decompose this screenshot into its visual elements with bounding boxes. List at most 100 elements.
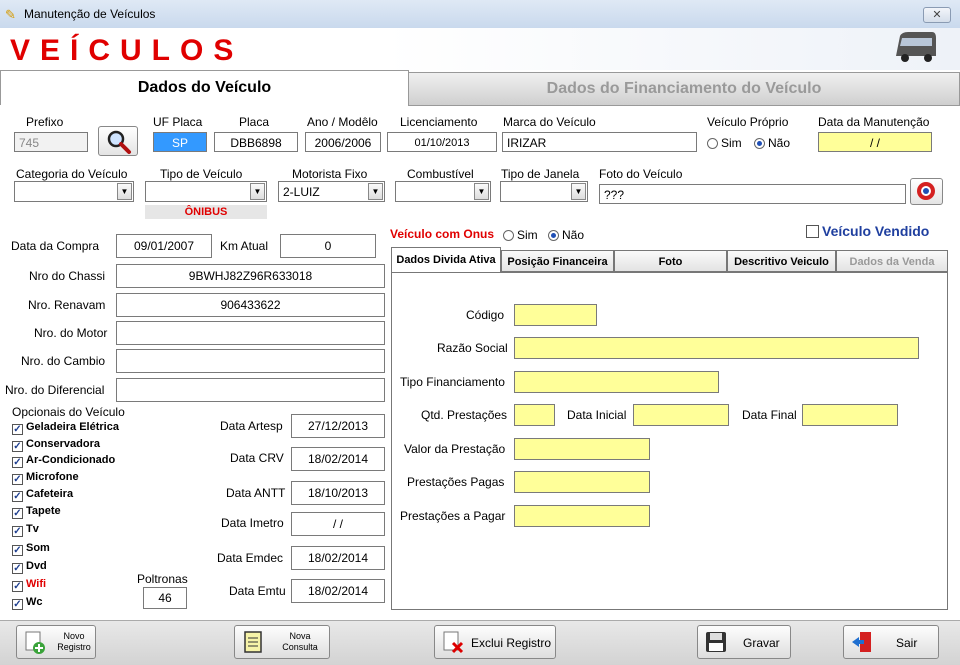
emtu-label: Data Emtu (229, 584, 286, 598)
cambio-label: Nro. do Cambio (21, 354, 106, 368)
title-bar: ✎ Manutenção de Veículos ✕ (0, 0, 960, 29)
opcional-geladeira[interactable]: ✓ Geladeira Elétrica (12, 421, 119, 435)
qtd-prestacoes-field[interactable] (514, 404, 555, 426)
janela-select[interactable]: ▼ (500, 181, 588, 202)
combustivel-select[interactable]: ▼ (395, 181, 491, 202)
prestacoes-pagas-field[interactable] (514, 471, 650, 493)
subtab-posicao-financeira[interactable]: Posição Financeira (501, 250, 614, 272)
bus-icon (896, 32, 936, 62)
opcional-dvd[interactable]: ✓ Dvd (12, 560, 47, 574)
valor-prestacao-field[interactable] (514, 438, 650, 460)
data-inicial-field[interactable] (633, 404, 729, 426)
chevron-down-icon: ▼ (117, 183, 132, 200)
subtab-dados-venda[interactable]: Dados da Venda (836, 250, 948, 272)
artesp-field[interactable]: 27/12/2013 (291, 414, 385, 438)
chevron-down-icon: ▼ (474, 183, 489, 200)
cambio-field[interactable] (116, 349, 385, 373)
search-button[interactable] (98, 126, 138, 156)
opcional-ar[interactable]: ✓ Ar-Condicionado (12, 454, 115, 468)
razao-field[interactable] (514, 337, 919, 359)
opcional-cafeteira[interactable]: ✓ Cafeteira (12, 488, 73, 502)
categoria-select[interactable]: ▼ (14, 181, 134, 202)
razao-label: Razão Social (437, 341, 508, 355)
data-final-field[interactable] (802, 404, 898, 426)
diferencial-field[interactable] (116, 378, 385, 402)
subtab-divida-ativa[interactable]: Dados Divida Ativa (391, 247, 501, 272)
foto-field[interactable]: ??? (599, 184, 906, 204)
camera-icon (917, 182, 935, 200)
licenciamento-field[interactable]: 01/10/2013 (387, 132, 497, 152)
uf-field[interactable]: SP (153, 132, 207, 152)
new-document-icon (25, 631, 45, 654)
artesp-label: Data Artesp (220, 419, 283, 433)
opcional-microfone[interactable]: ✓ Microfone (12, 471, 79, 485)
emdec-field[interactable]: 18/02/2014 (291, 546, 385, 570)
photo-button[interactable] (910, 178, 943, 205)
sair-button[interactable]: Sair (843, 625, 939, 659)
notepad-icon (244, 631, 262, 653)
onus-nao-radio[interactable]: Não (548, 228, 584, 242)
onus-label: Veículo com Onus (390, 227, 495, 241)
placa-field[interactable]: DBB6898 (214, 132, 298, 152)
marca-field[interactable]: IRIZAR (502, 132, 697, 152)
antt-field[interactable]: 18/10/2013 (291, 481, 385, 505)
opcional-tapete[interactable]: ✓ Tapete (12, 505, 61, 519)
prefixo-label: Prefixo (26, 115, 64, 129)
ano-label: Ano / Modêlo (307, 115, 378, 129)
poltronas-field[interactable]: 46 (143, 587, 187, 609)
compra-field[interactable]: 09/01/2007 (116, 234, 212, 258)
opcionais-label: Opcionais do Veículo (12, 405, 125, 419)
emtu-field[interactable]: 18/02/2014 (291, 579, 385, 603)
foto-label: Foto do Veículo (599, 167, 683, 181)
categoria-label: Categoria do Veículo (16, 167, 128, 181)
renavam-field[interactable]: 906433622 (116, 293, 385, 317)
exclui-registro-button[interactable]: Exclui Registro (434, 625, 556, 659)
vendido-checkbox[interactable]: Veículo Vendido (806, 223, 929, 239)
motor-field[interactable] (116, 321, 385, 345)
data-inicial-label: Data Inicial (567, 408, 627, 422)
prefixo-field[interactable]: 745 (14, 132, 88, 152)
opcional-wifi[interactable]: ✓ Wifi (12, 578, 46, 592)
tab-dados-veiculo[interactable]: Dados do Veículo (0, 70, 409, 105)
close-button[interactable]: ✕ (923, 7, 951, 23)
manutencao-field[interactable]: / / (818, 132, 932, 152)
proprio-nao-radio[interactable]: Não (754, 136, 790, 150)
prestacoes-apagar-label: Prestações a Pagar (400, 509, 506, 523)
emdec-label: Data Emdec (217, 551, 284, 565)
codigo-field[interactable] (514, 304, 597, 326)
crv-field[interactable]: 18/02/2014 (291, 447, 385, 471)
opcional-som[interactable]: ✓ Som (12, 542, 50, 556)
proprio-sim-radio[interactable]: Sim (707, 136, 742, 150)
subtab-descritivo[interactable]: Descritivo Veiculo (727, 250, 836, 272)
motorista-label: Motorista Fixo (292, 167, 368, 181)
delete-document-icon (443, 631, 464, 654)
opcional-wc[interactable]: ✓ Wc (12, 596, 43, 610)
qtd-prestacoes-label: Qtd. Prestações (421, 408, 508, 422)
marca-label: Marca do Veículo (503, 115, 596, 129)
chevron-down-icon: ▼ (571, 183, 586, 200)
chevron-down-icon: ▼ (368, 183, 383, 200)
tipo-financiamento-field[interactable] (514, 371, 719, 393)
subtab-foto[interactable]: Foto (614, 250, 727, 272)
tipo-select[interactable]: ▼ (145, 181, 267, 202)
motorista-select[interactable]: 2-LUIZ ▼ (278, 181, 385, 202)
km-field[interactable]: 0 (280, 234, 376, 258)
ano-field[interactable]: 2006/2006 (305, 132, 381, 152)
nova-consulta-button[interactable]: Nova Consulta (234, 625, 330, 659)
opcional-tv[interactable]: ✓ Tv (12, 523, 39, 537)
onus-sim-radio[interactable]: Sim (503, 228, 538, 242)
tipo-badge: ÔNIBUS (145, 205, 267, 219)
opcional-conservadora[interactable]: ✓ Conservadora (12, 438, 100, 452)
crv-label: Data CRV (230, 451, 284, 465)
antt-label: Data ANTT (226, 486, 286, 500)
combustivel-label: Combustível (407, 167, 474, 181)
novo-registro-button[interactable]: Novo Registro (16, 625, 96, 659)
prestacoes-apagar-field[interactable] (514, 505, 650, 527)
page-title: VEÍCULOS (10, 34, 244, 67)
imetro-field[interactable]: / / (291, 512, 385, 536)
chassi-field[interactable]: 9BWHJ82Z96R633018 (116, 264, 385, 288)
tab-dados-financiamento[interactable]: Dados do Financiamento do Veículo (408, 72, 960, 106)
tipo-financiamento-label: Tipo Financiamento (400, 375, 505, 389)
gravar-button[interactable]: Gravar (697, 625, 791, 659)
codigo-label: Código (466, 308, 505, 322)
